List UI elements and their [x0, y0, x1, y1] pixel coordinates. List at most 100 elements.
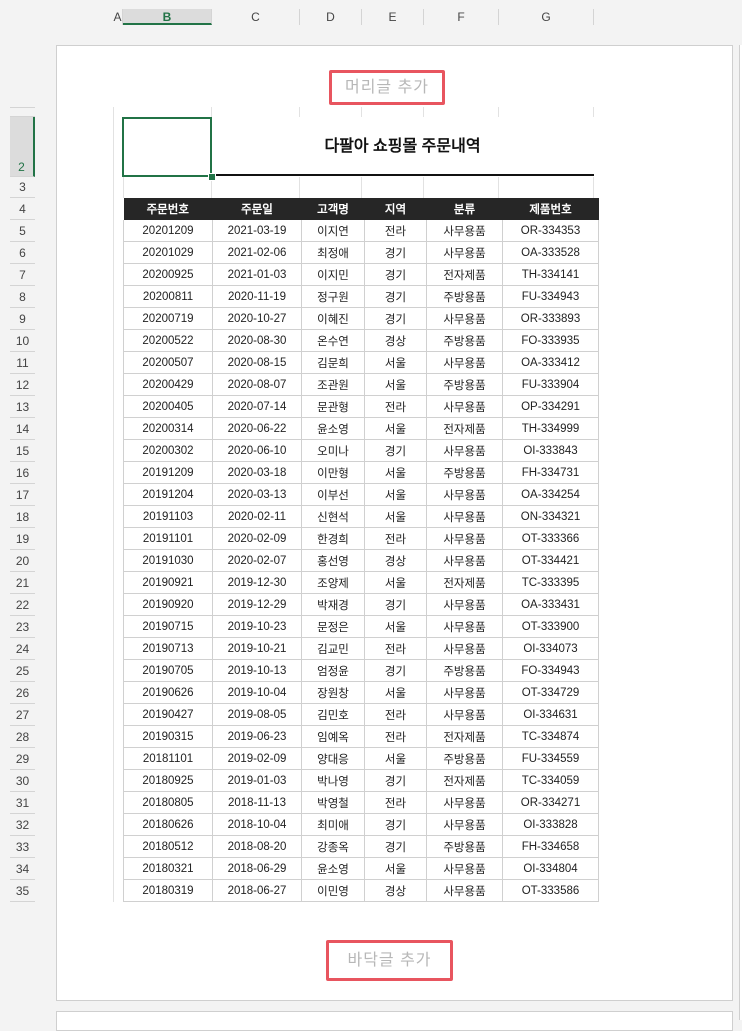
table-cell[interactable]: 사무용품	[426, 615, 503, 638]
table-cell[interactable]: 이부선	[301, 483, 365, 506]
row-header-5[interactable]: 5	[10, 220, 35, 242]
table-cell[interactable]: 서울	[364, 461, 427, 484]
row-header-2[interactable]: 2	[10, 117, 35, 177]
header-order-date[interactable]: 주문일	[212, 198, 302, 220]
table-cell[interactable]: OI-334631	[502, 703, 599, 726]
table-cell[interactable]: 서울	[364, 351, 427, 374]
table-cell[interactable]: OR-334353	[502, 220, 599, 242]
table-cell[interactable]: 2019-06-23	[212, 725, 302, 748]
table-cell[interactable]: 조양제	[301, 571, 365, 594]
table-cell[interactable]: 20191101	[123, 527, 213, 550]
table-cell[interactable]: 전라	[364, 725, 427, 748]
table-cell[interactable]: 경상	[364, 879, 427, 902]
table-cell[interactable]: 김교민	[301, 637, 365, 660]
table-cell[interactable]: 문정은	[301, 615, 365, 638]
header-order-no[interactable]: 주문번호	[123, 198, 213, 220]
table-cell[interactable]: 전라	[364, 395, 427, 418]
table-cell[interactable]: 이혜진	[301, 307, 365, 330]
table-cell[interactable]: 2020-08-30	[212, 329, 302, 352]
table-cell[interactable]: 20200314	[123, 417, 213, 440]
table-cell[interactable]: 사무용품	[426, 593, 503, 616]
table-cell[interactable]: 2021-03-19	[212, 220, 302, 242]
table-cell[interactable]: 사무용품	[426, 483, 503, 506]
table-cell[interactable]: FH-334731	[502, 461, 599, 484]
table-cell[interactable]: 문관형	[301, 395, 365, 418]
table-cell[interactable]: 오미나	[301, 439, 365, 462]
table-cell[interactable]: 사무용품	[426, 703, 503, 726]
table-cell[interactable]: 사무용품	[426, 527, 503, 550]
table-cell[interactable]: 이만형	[301, 461, 365, 484]
table-cell[interactable]: 임예옥	[301, 725, 365, 748]
row-header-28[interactable]: 28	[10, 726, 35, 748]
table-cell[interactable]: 전라	[364, 791, 427, 814]
table-cell[interactable]: 주방용품	[426, 659, 503, 682]
table-cell[interactable]: 양대응	[301, 747, 365, 770]
table-cell[interactable]: 사무용품	[426, 439, 503, 462]
table-cell[interactable]: 20190626	[123, 681, 213, 704]
table-cell[interactable]: FU-333904	[502, 373, 599, 396]
table-cell[interactable]: 주방용품	[426, 835, 503, 858]
table-cell[interactable]: 2019-10-04	[212, 681, 302, 704]
table-cell[interactable]: OT-333900	[502, 615, 599, 638]
table-cell[interactable]: 전자제품	[426, 725, 503, 748]
table-cell[interactable]: 정구원	[301, 285, 365, 308]
table-cell[interactable]: 엄정윤	[301, 659, 365, 682]
table-cell[interactable]: OA-333528	[502, 241, 599, 264]
fill-handle[interactable]	[208, 173, 216, 181]
footer-add-box[interactable]: 바닥글 추가	[326, 940, 453, 981]
table-cell[interactable]: 사무용품	[426, 505, 503, 528]
table-cell[interactable]: 2018-06-27	[212, 879, 302, 902]
table-cell[interactable]: 20201209	[123, 220, 213, 242]
table-cell[interactable]: OR-334271	[502, 791, 599, 814]
row-header-26[interactable]: 26	[10, 682, 35, 704]
table-cell[interactable]: TC-333395	[502, 571, 599, 594]
table-cell[interactable]: OT-334729	[502, 681, 599, 704]
table-cell[interactable]: 서울	[364, 747, 427, 770]
row-header-34[interactable]: 34	[10, 858, 35, 880]
table-cell[interactable]: FU-334943	[502, 285, 599, 308]
row-header-24[interactable]: 24	[10, 638, 35, 660]
row-header-16[interactable]: 16	[10, 462, 35, 484]
table-cell[interactable]: 전자제품	[426, 263, 503, 286]
table-cell[interactable]: 2020-03-13	[212, 483, 302, 506]
table-cell[interactable]: OT-333586	[502, 879, 599, 902]
table-cell[interactable]: 경상	[364, 549, 427, 572]
table-cell[interactable]: 서울	[364, 571, 427, 594]
table-cell[interactable]: 이지민	[301, 263, 365, 286]
table-cell[interactable]: 이지연	[301, 220, 365, 242]
table-cell[interactable]: FH-334658	[502, 835, 599, 858]
table-cell[interactable]: 20180512	[123, 835, 213, 858]
table-cell[interactable]: 경기	[364, 241, 427, 264]
table-cell[interactable]: 2018-08-20	[212, 835, 302, 858]
table-cell[interactable]: FU-334559	[502, 747, 599, 770]
table-cell[interactable]: 20191030	[123, 549, 213, 572]
table-cell[interactable]: 전라	[364, 220, 427, 242]
table-cell[interactable]: 전자제품	[426, 769, 503, 792]
row-header-1[interactable]	[10, 107, 35, 117]
table-cell[interactable]: 2018-11-13	[212, 791, 302, 814]
row-header-22[interactable]: 22	[10, 594, 35, 616]
row-header-3[interactable]: 3	[10, 177, 35, 198]
table-cell[interactable]: 홍선영	[301, 549, 365, 572]
row-header-10[interactable]: 10	[10, 330, 35, 352]
row-header-29[interactable]: 29	[10, 748, 35, 770]
table-cell[interactable]: 2020-02-11	[212, 505, 302, 528]
table-cell[interactable]: 사무용품	[426, 637, 503, 660]
table-cell[interactable]: 2020-06-22	[212, 417, 302, 440]
table-cell[interactable]: 20181101	[123, 747, 213, 770]
table-cell[interactable]: 2019-01-03	[212, 769, 302, 792]
table-cell[interactable]: 사무용품	[426, 220, 503, 242]
table-cell[interactable]: OA-334254	[502, 483, 599, 506]
table-cell[interactable]: 온수연	[301, 329, 365, 352]
selected-cell-b2[interactable]	[122, 117, 212, 177]
table-cell[interactable]: 20200429	[123, 373, 213, 396]
table-cell[interactable]: 2019-10-21	[212, 637, 302, 660]
table-cell[interactable]: TC-334874	[502, 725, 599, 748]
table-cell[interactable]: OA-333431	[502, 593, 599, 616]
table-cell[interactable]: 주방용품	[426, 329, 503, 352]
row-header-12[interactable]: 12	[10, 374, 35, 396]
table-cell[interactable]: 경기	[364, 285, 427, 308]
table-cell[interactable]: 박재경	[301, 593, 365, 616]
table-cell[interactable]: 2021-02-06	[212, 241, 302, 264]
table-cell[interactable]: 주방용품	[426, 285, 503, 308]
